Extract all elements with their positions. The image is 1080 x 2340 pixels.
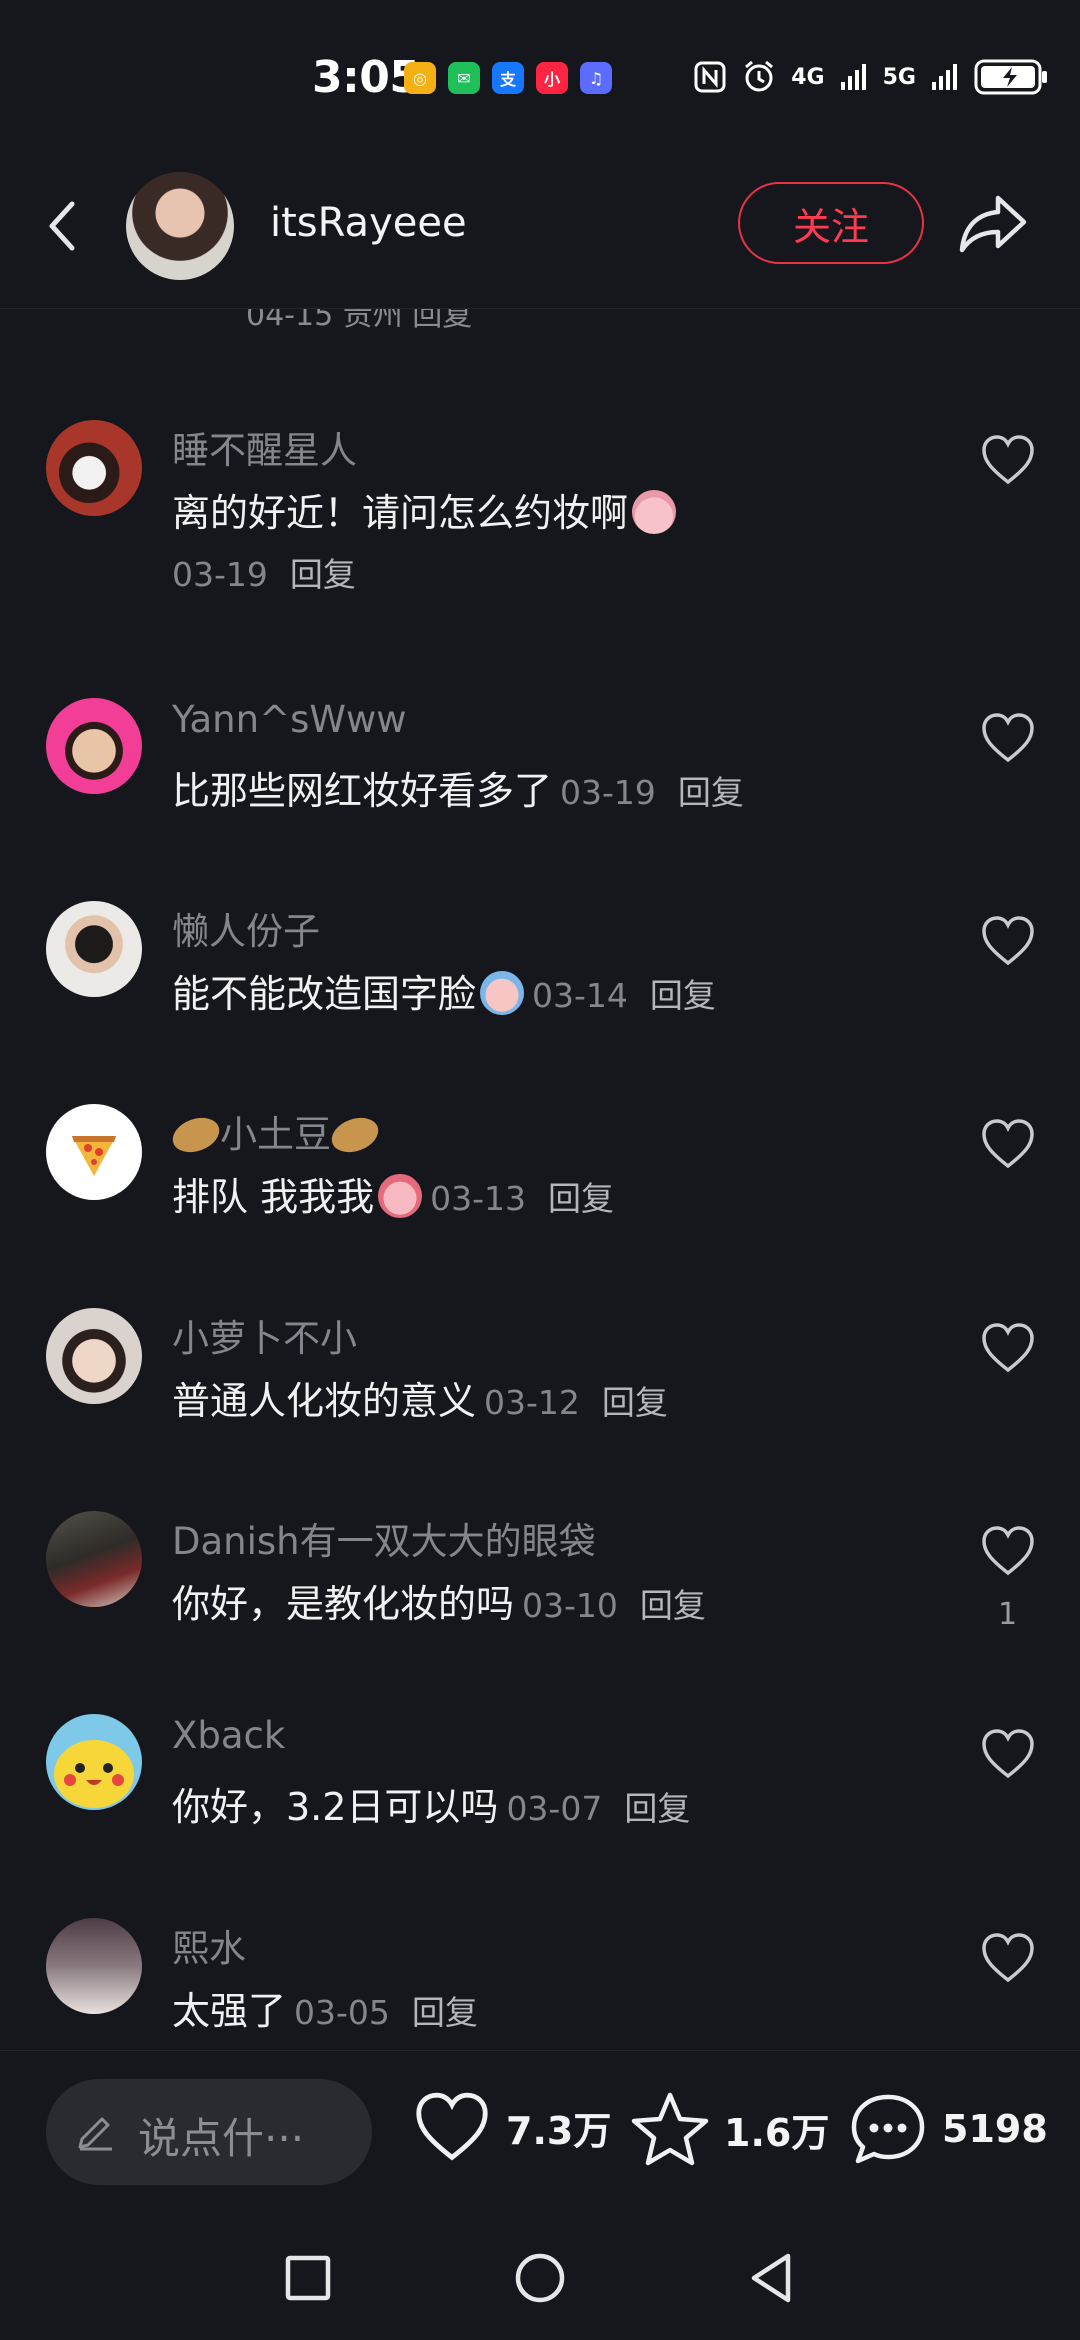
reply-button[interactable]: 回复	[624, 1789, 690, 1828]
comment-date: 03-13	[430, 1179, 526, 1218]
reply-button[interactable]: 回复	[412, 1993, 478, 2032]
pig-face-emoji	[632, 490, 677, 534]
comment-username[interactable]: 睡不醒星人	[172, 420, 357, 474]
comment-text: 比那些网红妆好看多了 03-19 回复	[172, 760, 744, 815]
comment-text: 你好，是教化妆的吗 03-10 回复	[172, 1573, 706, 1628]
like-count: 1	[998, 1597, 1018, 1632]
crying-face-emoji	[480, 971, 525, 1015]
avatar[interactable]	[46, 1511, 142, 1607]
comment-username[interactable]: 懒人份子	[172, 901, 320, 955]
favorite-count: 1.6万	[724, 2110, 830, 2155]
avatar[interactable]	[46, 901, 142, 997]
comment-body: 能不能改造国字脸	[172, 972, 477, 1016]
heart-icon[interactable]	[980, 1932, 1036, 1984]
comment-text: 排队 我我我 03-13 回复	[172, 1166, 614, 1221]
avatar[interactable]	[46, 1104, 142, 1200]
pikachu-icon	[54, 1740, 134, 1808]
follow-button[interactable]: 关注	[738, 182, 924, 264]
bottom-action-bar: 说点什··· 7.3万 1.6万 5198	[0, 2050, 1080, 2211]
author-username[interactable]: itsRayeee	[270, 200, 467, 246]
comment-body: 普通人化妆的意义	[172, 1379, 477, 1423]
comment-body: 你好，3.2日可以吗	[172, 1785, 499, 1829]
comment-body: 比那些网红妆好看多了	[172, 769, 553, 813]
comment-text: 太强了 03-05 回复	[172, 1980, 478, 2035]
potato-emoji	[167, 1111, 225, 1159]
heart-icon[interactable]	[980, 434, 1036, 486]
comment-input-placeholder: 说点什···	[138, 2114, 305, 2163]
like-count: 7.3万	[506, 2108, 612, 2153]
heart-icon[interactable]	[980, 1728, 1036, 1780]
comment-text: 普通人化妆的意义 03-12 回复	[172, 1370, 668, 1425]
heart-icon[interactable]	[980, 1322, 1036, 1374]
comment-button[interactable]: 5198	[848, 2091, 1048, 2167]
comment-body: 太强了	[172, 1989, 287, 2033]
like-button[interactable]: 7.3万	[412, 2091, 611, 2163]
header: itsRayeee 关注	[0, 160, 1080, 309]
comment-date: 03-05	[294, 1993, 390, 2032]
comment-count: 5198	[942, 2107, 1048, 2151]
comment-input[interactable]: 说点什···	[46, 2079, 372, 2185]
comment-date: 03-19	[172, 555, 268, 594]
comment-username[interactable]: 小土豆	[167, 1104, 384, 1159]
angry-pig-emoji	[378, 1174, 423, 1218]
comment-date: 03-14	[532, 976, 628, 1015]
pizza-icon	[72, 1136, 116, 1176]
reply-button[interactable]: 回复	[650, 976, 716, 1015]
comment-date: 03-07	[506, 1789, 603, 1828]
favorite-button[interactable]: 1.6万	[630, 2091, 829, 2167]
comment-username-text: 小土豆	[220, 1113, 331, 1156]
comment-username[interactable]: 小萝卜不小	[172, 1308, 357, 1362]
avatar[interactable]	[46, 1308, 142, 1404]
heart-icon[interactable]	[980, 1118, 1036, 1170]
pencil-icon	[78, 2117, 112, 2151]
comment-date: 03-10	[522, 1586, 618, 1625]
comment-meta: 03-19 回复	[172, 548, 356, 596]
heart-icon[interactable]	[980, 712, 1036, 764]
comment-username[interactable]: Yann^sWww	[172, 698, 406, 741]
comment-text: 离的好近！请问怎么约妆啊	[172, 482, 677, 537]
author-avatar[interactable]	[126, 172, 234, 280]
reply-button[interactable]: 回复	[548, 1179, 614, 1218]
comment-username[interactable]: 熙水	[172, 1918, 246, 1972]
comment-username[interactable]: Danish有一双大大的眼袋	[172, 1511, 596, 1565]
home-circle-icon[interactable]	[512, 2250, 568, 2306]
avatar[interactable]	[46, 1918, 142, 2014]
comment-body: 你好，是教化妆的吗	[172, 1582, 515, 1626]
share-icon[interactable]	[958, 192, 1030, 256]
heart-icon[interactable]	[980, 1525, 1036, 1577]
comment-bubble-icon	[851, 2094, 925, 2164]
reply-button[interactable]: 回复	[640, 1586, 706, 1625]
reply-button[interactable]: 回复	[602, 1383, 668, 1422]
heart-icon	[416, 2092, 488, 2161]
comment-body: 排队 我我我	[172, 1175, 375, 1219]
avatar[interactable]	[46, 698, 142, 794]
comment-date: 03-19	[560, 773, 656, 812]
avatar[interactable]	[46, 420, 142, 516]
comment-text: 你好，3.2日可以吗 03-07 回复	[172, 1776, 690, 1831]
comment-date: 03-12	[484, 1383, 580, 1422]
back-triangle-icon[interactable]	[744, 2250, 800, 2306]
comment-body: 离的好近！请问怎么约妆啊	[172, 491, 629, 535]
reply-button[interactable]: 回复	[678, 773, 744, 812]
system-navigation-bar	[0, 2210, 1080, 2340]
potato-emoji	[326, 1111, 384, 1159]
comment-username[interactable]: Xback	[172, 1714, 285, 1757]
reply-button[interactable]: 回复	[290, 555, 356, 594]
comment-text: 能不能改造国字脸 03-14 回复	[172, 963, 716, 1018]
avatar[interactable]	[46, 1714, 142, 1810]
recents-square-icon[interactable]	[280, 2250, 336, 2306]
back-arrow-icon[interactable]	[38, 196, 88, 256]
heart-icon[interactable]	[980, 915, 1036, 967]
star-icon	[631, 2092, 709, 2166]
